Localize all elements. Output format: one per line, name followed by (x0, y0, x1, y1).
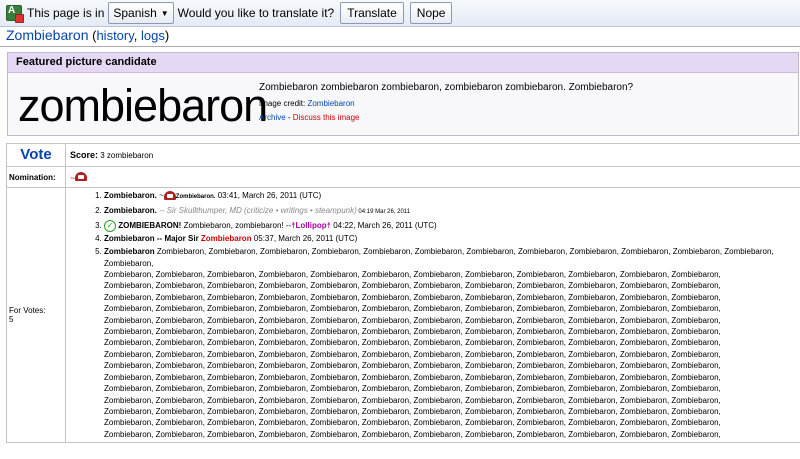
for-votes-label: For Votes: (9, 305, 46, 315)
vote-text: Zombiebaron. (104, 205, 157, 215)
user-name: Lollipop (295, 220, 327, 230)
vote-comment-line: Zombiebaron, Zombiebaron, Zombiebaron, Z… (104, 281, 721, 291)
history-link[interactable]: history (96, 28, 133, 43)
page-title-link[interactable]: Zombiebaron (6, 27, 89, 43)
nomination-label: Nomination: (6, 166, 66, 188)
vote-comment-line: Zombiebaron, Zombiebaron, Zombiebaron, Z… (104, 384, 721, 394)
for-votes-row: For Votes: 5 Zombiebaron. ~Zombiebaron. … (6, 187, 800, 443)
vote-timestamp: 05:37, March 26, 2011 (UTC) (251, 234, 358, 244)
archive-link[interactable]: Archive (259, 113, 286, 122)
vote-header-row: Vote Score: 3 zombiebaron (6, 143, 800, 167)
nomination-sig[interactable]: ~ (70, 168, 88, 185)
vote-timestamp: 04:22, March 26, 2011 (UTC) (331, 220, 437, 230)
vote-comment-line: Zombiebaron, Zombiebaron, Zombiebaron, Z… (104, 361, 721, 371)
vote-comment-line: Zombiebaron, Zombiebaron, Zombiebaron, Z… (104, 418, 721, 428)
vote-comment-line: Zombiebaron, Zombiebaron, Zombiebaron, Z… (104, 349, 721, 359)
page-title-line: Zombiebaron (history, logs) (6, 27, 169, 43)
vote-text: Zombiebaron. (104, 191, 157, 200)
vote-comment-line: Zombiebaron, Zombiebaron, Zombiebaron, Z… (104, 429, 721, 439)
score-label: Score: (70, 150, 99, 160)
vote-sig: -- Major Sir (154, 234, 201, 244)
checkmark-icon: ✓ (104, 219, 116, 232)
vote-item: Zombiebaron. -- Sir Skullthumper, MD (cr… (104, 205, 800, 218)
vote-item: Zombiebaron. ~Zombiebaron. 03:41, March … (104, 190, 800, 203)
credit-link[interactable]: Zombiebaron (307, 99, 354, 108)
for-votes-list-cell: Zombiebaron. ~Zombiebaron. 03:41, March … (65, 187, 800, 443)
featured-links: Archive - Discuss this image (259, 113, 633, 122)
vote-comment: Zombiebaron, zombiebaron! -- (181, 220, 292, 230)
close-paren: ) (164, 28, 170, 43)
user-link[interactable]: ☨Lollipop☨ (291, 221, 331, 230)
vote-comment-line: Zombiebaron, Zombiebaron, Zombiebaron, Z… (104, 292, 721, 302)
vote-comment-line: Zombiebaron, Zombiebaron, Zombiebaron, Z… (104, 395, 721, 405)
vote-text: Zombiebaron (104, 247, 155, 257)
vote-comment-line: Zombiebaron, Zombiebaron, Zombiebaron, Z… (104, 406, 721, 416)
featured-description: Zombiebaron zombiebaron zombiebaron, zom… (259, 82, 634, 93)
vote-comment-line: Zombiebaron, Zombiebaron, Zombiebaron, Z… (104, 372, 721, 382)
featured-heading: Featured picture candidate (8, 53, 798, 73)
language-select[interactable]: Spanish ▼ (108, 2, 174, 24)
vote-heading: Vote (20, 146, 52, 163)
vote-sig: ~ (156, 191, 164, 200)
vote-text: Zombiebaron (104, 234, 155, 244)
discuss-link[interactable]: Discuss this image (293, 113, 360, 122)
credit-label: Image credit: (259, 99, 308, 108)
divider (0, 46, 800, 47)
vote-comment-line: Zombiebaron, Zombiebaron, Zombiebaron, Z… (104, 304, 721, 314)
nomination-row: Nomination: ~ (6, 166, 800, 188)
translate-icon (6, 5, 24, 23)
vote-comment: Zombiebaron, Zombiebaron, Zombiebaron, Z… (104, 247, 774, 268)
user-link[interactable]: -- Sir Skullthumper, MD (criticize • wri… (157, 206, 357, 215)
image-credit: Image credit: Zombiebaron (259, 99, 633, 108)
logs-link[interactable]: logs (141, 28, 165, 43)
translate-prompt-prefix: This page is in (27, 6, 105, 20)
nope-button[interactable]: Nope (409, 2, 453, 24)
user-link[interactable]: Zombiebaron (201, 234, 252, 243)
vote-item: ✓ ZOMBIEBARON! Zombiebaron, zombiebaron!… (104, 219, 800, 232)
vote-comment-line: Zombiebaron, Zombiebaron, Zombiebaron, Z… (104, 315, 721, 325)
chevron-down-icon: ▼ (160, 8, 169, 18)
separator: , (133, 28, 142, 43)
score-cell: Score: 3 zombiebaron (65, 143, 800, 167)
featured-description-block: Zombiebaron zombiebaron zombiebaron, zom… (259, 82, 633, 122)
vote-timestamp: 04:19 Mar 26, 2011 (356, 208, 411, 215)
user-link[interactable]: Zombiebaron. (176, 194, 216, 200)
links-dash: - (285, 113, 293, 122)
for-votes-count: 5 (9, 314, 14, 324)
candidate-image[interactable]: zombiebaron (18, 83, 268, 128)
vote-comment-line: Zombiebaron, Zombiebaron, Zombiebaron, Z… (104, 327, 721, 337)
for-votes-label-cell: For Votes: 5 (6, 187, 66, 443)
vote-comment-line: Zombiebaron, Zombiebaron, Zombiebaron, Z… (104, 338, 721, 348)
translate-question: Would you like to translate it? (177, 6, 335, 20)
translate-button[interactable]: Translate (340, 2, 404, 24)
score-value: 3 zombiebaron (98, 151, 154, 160)
vote-text: ZOMBIEBARON! (118, 220, 182, 230)
featured-picture-box: Featured picture candidate zombiebaron Z… (7, 52, 799, 136)
vote-timestamp: 03:41, March 26, 2011 (UTC) (215, 191, 322, 200)
language-select-value: Spanish (113, 6, 157, 20)
translate-bar: This page is in Spanish ▼ Would you like… (0, 0, 800, 27)
vote-comment-line: Zombiebaron, Zombiebaron, Zombiebaron, Z… (104, 270, 721, 280)
telephone-icon (163, 191, 176, 201)
vote-list: Zombiebaron. ~Zombiebaron. 03:41, March … (66, 190, 800, 440)
nomination-cell: ~ (65, 166, 800, 188)
vote-table: Vote Score: 3 zombiebaron Nomination: ~ … (6, 143, 800, 443)
vote-item: Zombiebaron -- Major Sir Zombiebaron 05:… (104, 233, 800, 244)
telephone-icon (75, 172, 88, 182)
vote-item: Zombiebaron Zombiebaron, Zombiebaron, Zo… (104, 246, 800, 440)
vote-heading-cell: Vote (6, 143, 66, 167)
